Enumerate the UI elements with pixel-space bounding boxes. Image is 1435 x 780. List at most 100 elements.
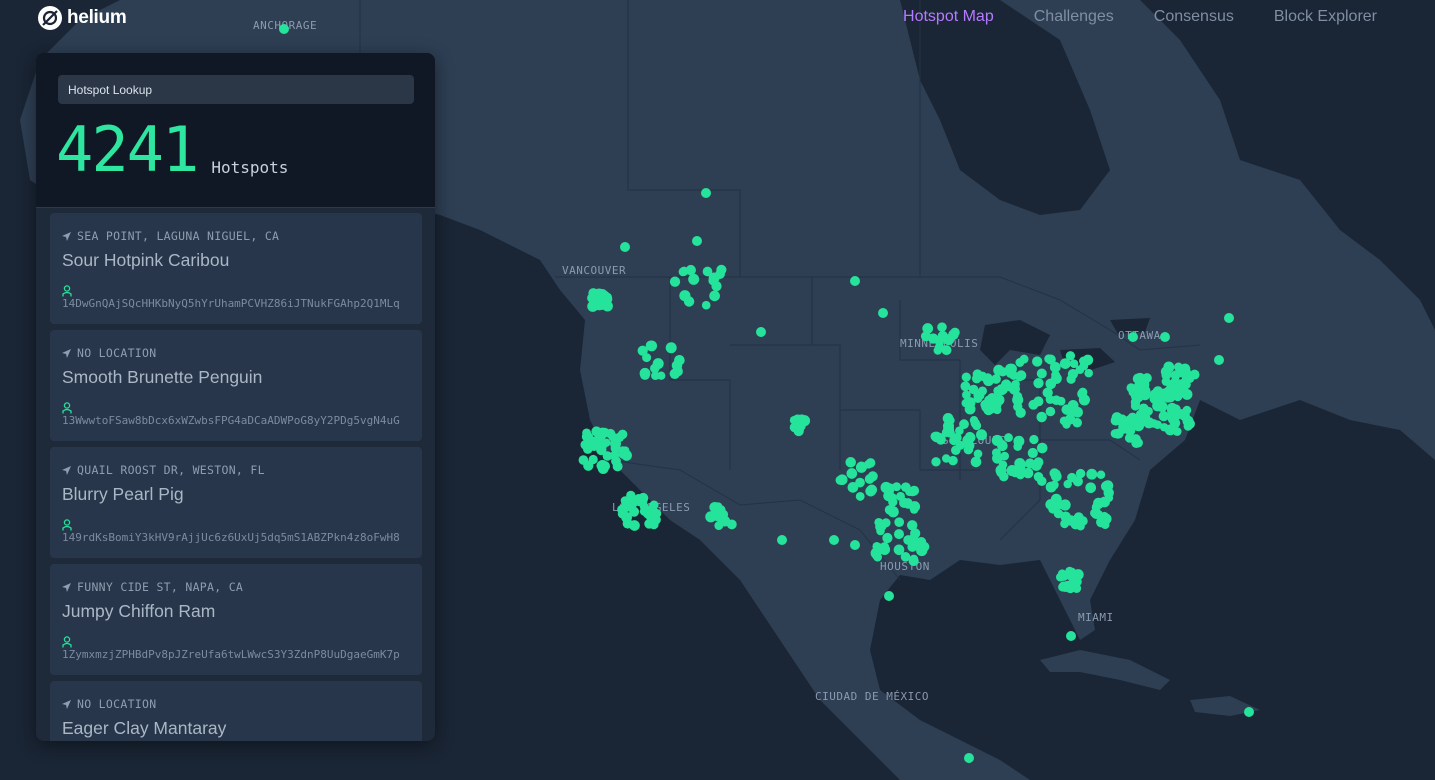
hotspot-dot[interactable] bbox=[709, 290, 720, 302]
hotspot-dot[interactable] bbox=[900, 552, 911, 562]
hotspot-dot[interactable] bbox=[628, 496, 639, 507]
hotspot-dot[interactable] bbox=[617, 429, 628, 440]
hotspot-dot[interactable] bbox=[692, 236, 702, 246]
hotspot-dot[interactable] bbox=[933, 346, 943, 355]
hotspot-dot[interactable] bbox=[798, 415, 811, 427]
hotspot-dot[interactable] bbox=[1244, 707, 1254, 717]
hotspot-dot[interactable] bbox=[602, 451, 613, 461]
hotspot-dot[interactable] bbox=[1005, 367, 1016, 378]
hotspot-dot[interactable] bbox=[777, 535, 787, 545]
hotspot-dot[interactable] bbox=[1063, 479, 1072, 489]
hotspot-dot[interactable] bbox=[1050, 493, 1062, 505]
hotspot-dot[interactable] bbox=[1000, 379, 1012, 391]
hotspot-dot[interactable] bbox=[850, 276, 860, 286]
hotspot-dot[interactable] bbox=[882, 532, 893, 544]
hotspot-dot[interactable] bbox=[1051, 395, 1062, 406]
hotspot-dot[interactable] bbox=[665, 342, 677, 354]
hotspot-dot[interactable] bbox=[1029, 434, 1039, 445]
hotspot-dot[interactable] bbox=[905, 487, 914, 497]
hotspot-dot[interactable] bbox=[1049, 361, 1061, 373]
hotspot-dot[interactable] bbox=[887, 506, 899, 518]
hotspot-dot[interactable] bbox=[1110, 429, 1120, 439]
hotspot-dot[interactable] bbox=[1128, 332, 1138, 342]
hotspot-dot[interactable] bbox=[909, 505, 919, 514]
hotspot-dot[interactable] bbox=[1119, 424, 1129, 434]
hotspot-dot[interactable] bbox=[683, 296, 695, 307]
hotspot-dot[interactable] bbox=[701, 188, 711, 198]
hotspot-dot[interactable] bbox=[1093, 497, 1105, 509]
hotspot-dot[interactable] bbox=[865, 458, 876, 468]
hotspot-card[interactable]: NO LOCATION Smooth Brunette Penguin 13Ww… bbox=[50, 330, 422, 441]
hotspot-dot[interactable] bbox=[600, 300, 610, 310]
hotspot-dot[interactable] bbox=[935, 434, 946, 445]
hotspot-dot[interactable] bbox=[1160, 332, 1170, 342]
hotspot-dot[interactable] bbox=[1036, 411, 1047, 423]
hotspot-dot[interactable] bbox=[649, 500, 659, 510]
hotspot-dot[interactable] bbox=[1004, 433, 1013, 443]
hotspot-dot[interactable] bbox=[601, 290, 610, 300]
hotspot-dot[interactable] bbox=[1032, 356, 1043, 367]
hotspot-card[interactable]: QUAIL ROOST DR, WESTON, FL Blurry Pearl … bbox=[50, 447, 422, 558]
hotspot-dot[interactable] bbox=[973, 394, 983, 403]
hotspot-dot[interactable] bbox=[1133, 438, 1143, 448]
hotspot-dot[interactable] bbox=[1172, 427, 1182, 436]
hotspot-dot[interactable] bbox=[701, 300, 711, 310]
hotspot-dot[interactable] bbox=[1096, 470, 1106, 479]
hotspot-dot[interactable] bbox=[1066, 631, 1076, 641]
hotspot-dot[interactable] bbox=[961, 372, 971, 382]
hotspot-dot[interactable] bbox=[964, 753, 974, 763]
hotspot-dot[interactable] bbox=[1169, 417, 1181, 429]
hotspot-dot[interactable] bbox=[970, 456, 982, 468]
hotspot-dot[interactable] bbox=[1033, 377, 1044, 389]
hotspot-dot[interactable] bbox=[588, 288, 599, 299]
hotspot-dot[interactable] bbox=[970, 418, 980, 429]
hotspot-dot[interactable] bbox=[705, 511, 717, 523]
hotspot-dot[interactable] bbox=[1013, 402, 1023, 412]
hotspot-dot[interactable] bbox=[1045, 406, 1056, 417]
hotspot-dot[interactable] bbox=[679, 266, 689, 276]
hotspot-dot[interactable] bbox=[916, 545, 928, 557]
hotspot-dot[interactable] bbox=[637, 495, 648, 506]
hotspot-dot[interactable] bbox=[1044, 354, 1053, 364]
hotspot-dot[interactable] bbox=[589, 297, 600, 309]
hotspot-dot[interactable] bbox=[1164, 362, 1175, 373]
hotspot-dot[interactable] bbox=[962, 390, 971, 400]
hotspot-lookup-input[interactable] bbox=[58, 75, 414, 104]
hotspot-dot[interactable] bbox=[1066, 374, 1076, 384]
hotspot-dot[interactable] bbox=[688, 273, 700, 285]
hotspot-dot[interactable] bbox=[948, 455, 958, 466]
hotspot-dot[interactable] bbox=[983, 373, 993, 383]
hotspot-dot[interactable] bbox=[998, 460, 1008, 469]
helium-logo[interactable]: helium bbox=[37, 5, 127, 31]
hotspot-dot[interactable] bbox=[977, 386, 988, 396]
hotspot-dot[interactable] bbox=[1118, 414, 1127, 424]
nav-block-explorer[interactable]: Block Explorer bbox=[1274, 8, 1377, 26]
hotspot-dot[interactable] bbox=[1072, 476, 1083, 487]
hotspot-dot[interactable] bbox=[674, 355, 685, 366]
hotspot-dot[interactable] bbox=[941, 345, 952, 356]
hotspot-dot[interactable] bbox=[1183, 421, 1193, 431]
hotspot-dot[interactable] bbox=[620, 242, 630, 252]
hotspot-dot[interactable] bbox=[588, 454, 598, 465]
nav-hotspot-map[interactable]: Hotspot Map bbox=[903, 8, 994, 26]
hotspot-dot[interactable] bbox=[1033, 472, 1044, 482]
hotspot-dot[interactable] bbox=[964, 403, 976, 415]
hotspot-dot[interactable] bbox=[581, 431, 592, 442]
hotspot-dot[interactable] bbox=[1165, 384, 1176, 395]
hotspot-dot[interactable] bbox=[1013, 442, 1023, 451]
hotspot-dot[interactable] bbox=[1049, 480, 1059, 490]
hotspot-dot[interactable] bbox=[1078, 516, 1088, 526]
nav-consensus[interactable]: Consensus bbox=[1154, 8, 1234, 26]
hotspot-dot[interactable] bbox=[1036, 368, 1047, 379]
hotspot-dot[interactable] bbox=[610, 443, 621, 454]
hotspot-dot[interactable] bbox=[656, 371, 666, 380]
hotspot-dot[interactable] bbox=[866, 484, 878, 496]
hotspot-dot[interactable] bbox=[1059, 358, 1071, 369]
hotspot-dot[interactable] bbox=[1028, 399, 1039, 410]
hotspot-dot[interactable] bbox=[1104, 493, 1114, 503]
hotspot-dot[interactable] bbox=[596, 460, 607, 471]
nav-challenges[interactable]: Challenges bbox=[1034, 8, 1114, 26]
hotspot-dot[interactable] bbox=[991, 448, 1001, 458]
hotspot-dot[interactable] bbox=[829, 535, 839, 545]
hotspot-dot[interactable] bbox=[871, 550, 881, 560]
